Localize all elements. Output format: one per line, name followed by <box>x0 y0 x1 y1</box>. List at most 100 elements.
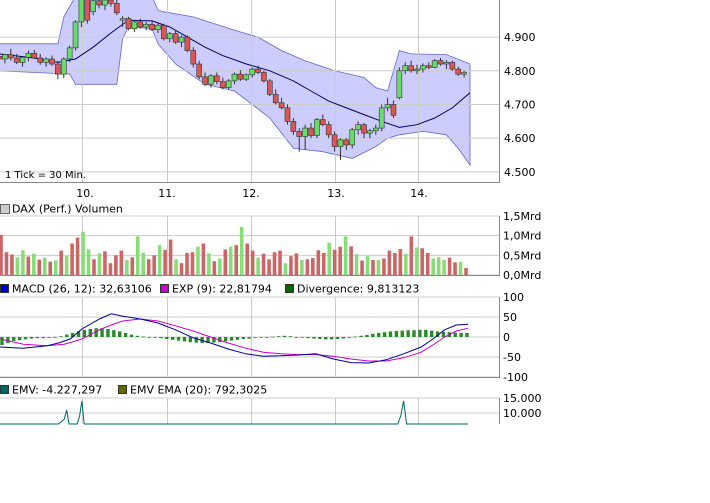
candle-body <box>425 65 432 68</box>
candle-body <box>302 127 308 137</box>
divergence-bar <box>406 330 410 337</box>
divergence-bar <box>371 333 375 337</box>
volume-bar <box>157 245 162 275</box>
candle-body <box>249 68 255 76</box>
volume-bar <box>185 252 189 275</box>
candle-body <box>166 33 173 40</box>
candle-body <box>214 75 220 82</box>
divergence-bar <box>23 337 28 340</box>
volume-bar <box>442 260 446 275</box>
candle-body <box>314 119 320 136</box>
macd-legend-label: EXP (9): 22,81794 <box>172 283 272 296</box>
date-x-tick-label: 13. <box>327 187 345 200</box>
volume-bar <box>294 253 299 275</box>
volume-bar <box>272 252 277 275</box>
volume-bar <box>436 257 441 275</box>
volume-bar <box>70 243 74 275</box>
candle-body <box>131 21 138 29</box>
candle-body <box>2 54 8 60</box>
candle-body <box>196 63 202 78</box>
volume-bar <box>135 236 140 275</box>
candle <box>84 0 91 24</box>
macd-y-tick-label: 0 <box>503 331 510 344</box>
divergence-bar <box>53 337 57 338</box>
divergence-bar <box>324 337 328 340</box>
volume-bar <box>48 261 53 275</box>
candle <box>161 23 167 41</box>
volume-bar <box>278 250 282 275</box>
volume-bar <box>212 261 217 275</box>
candle-body <box>96 0 102 6</box>
divergence-bar <box>118 331 122 337</box>
volume-bar <box>376 260 381 275</box>
volume-bar <box>420 248 425 275</box>
volume-bar <box>239 227 244 275</box>
volume-bar <box>250 250 255 275</box>
candle-body <box>72 21 79 49</box>
volume-bar <box>349 246 353 275</box>
divergence-bar <box>365 335 369 337</box>
divergence-bar <box>377 333 381 337</box>
emv-y-tick-label: 10.000 <box>503 407 542 420</box>
volume-bar <box>332 249 337 275</box>
tick-interval-note: 1 Tick = 30 Min. <box>5 170 86 181</box>
divergence-bar <box>165 337 169 339</box>
divergence-bar <box>388 331 393 337</box>
volume-bar <box>311 258 315 275</box>
price-y-tick-label: 4.700 <box>504 98 536 111</box>
candle-body <box>355 124 361 131</box>
candle-body <box>55 63 61 75</box>
emv-legend-label: EMV EMA (20): 792,3025 <box>130 384 267 397</box>
candle-body <box>361 124 367 134</box>
macd-legend-label: MACD (26, 12): 32,63106 <box>12 283 152 296</box>
divergence-bar <box>88 329 92 337</box>
candle-body <box>125 18 132 29</box>
volume-bar <box>37 259 42 275</box>
divergence-bar <box>353 336 357 338</box>
divergence-bar <box>123 333 128 337</box>
volume-bar <box>141 252 146 275</box>
volume-bar <box>168 239 173 275</box>
divergence-bar <box>41 337 45 339</box>
candle-body <box>402 65 409 72</box>
volume-bar <box>190 252 195 275</box>
volume-bar <box>365 256 370 275</box>
divergence-bar <box>12 337 16 341</box>
volume-bar <box>371 260 375 275</box>
candle-body <box>325 124 332 136</box>
divergence-bar <box>235 337 240 340</box>
emv-legend-label: EMV: -4.227,297 <box>12 384 102 397</box>
volume-y-tick-label: 1,5Mrd <box>503 210 541 223</box>
divergence-bar <box>59 336 63 337</box>
volume-bar <box>21 250 25 275</box>
divergence-bar <box>300 337 304 338</box>
divergence-bar <box>29 337 34 339</box>
candle-body <box>13 57 20 63</box>
candle-body <box>219 81 226 88</box>
divergence-bar <box>0 337 4 345</box>
candle-body <box>443 62 450 65</box>
divergence-bar <box>247 337 251 339</box>
volume-bar <box>196 246 200 275</box>
volume-bar <box>108 263 113 275</box>
candle-body <box>437 60 444 65</box>
divergence-bar <box>223 337 228 342</box>
macd-legend-swatch <box>285 284 294 293</box>
divergence-bar <box>182 337 187 342</box>
volume-bar <box>119 250 124 275</box>
volume-y-tick-label: 1,0Mrd <box>503 230 541 243</box>
divergence-bar <box>241 337 246 339</box>
volume-bar <box>360 260 364 275</box>
candle-body <box>25 52 32 58</box>
candle-body <box>420 65 426 70</box>
candle-body <box>278 102 285 109</box>
volume-bar <box>114 255 118 275</box>
divergence-bar <box>253 337 257 338</box>
volume-bar <box>382 258 386 275</box>
divergence-bar <box>259 337 263 338</box>
volume-bar <box>234 245 239 275</box>
volume-bar <box>64 256 69 275</box>
divergence-bar <box>106 329 110 337</box>
candle-body <box>261 72 267 82</box>
candle-body <box>90 0 96 13</box>
